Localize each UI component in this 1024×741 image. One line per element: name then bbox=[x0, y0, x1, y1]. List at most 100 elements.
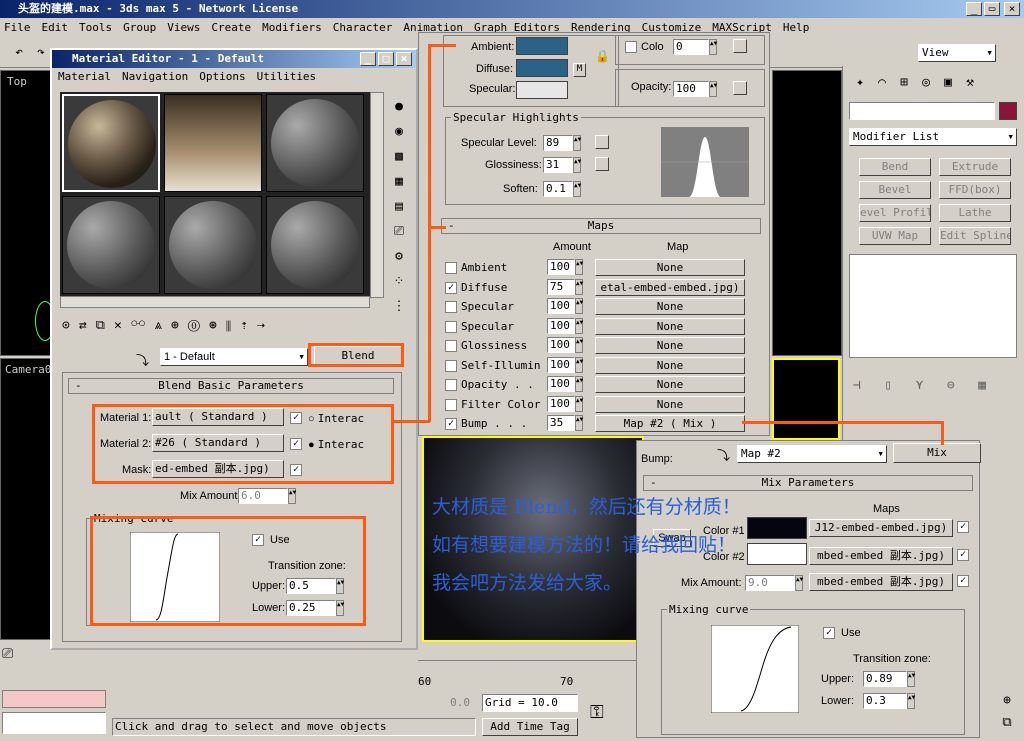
map-amount-spinner[interactable]: ▲▼ bbox=[575, 395, 583, 412]
specular-level-map-button[interactable] bbox=[595, 135, 609, 149]
mix-amount-map-checkbox[interactable]: ✓ bbox=[957, 575, 969, 587]
modifier-button[interactable]: Edit Spline bbox=[939, 227, 1011, 245]
go-forward-icon[interactable]: ⇢ bbox=[257, 318, 274, 333]
camera-viewport[interactable]: Camera01 bbox=[0, 358, 58, 640]
glossiness-value[interactable]: 31 bbox=[543, 157, 573, 173]
map-amount-value[interactable]: 75 bbox=[547, 278, 575, 295]
zoom-icon[interactable]: ⊕ bbox=[992, 690, 1022, 712]
pick-material-icon[interactable]: ⤵ bbox=[136, 350, 149, 369]
add-time-tag-button[interactable]: Add Time Tag bbox=[482, 718, 578, 736]
map-enable-checkbox[interactable] bbox=[445, 301, 457, 313]
mat-editor-close-button[interactable]: × bbox=[396, 52, 412, 66]
specular-level-spinner[interactable]: ▲▼ bbox=[573, 135, 581, 151]
color-spinner[interactable]: ▲▼ bbox=[709, 39, 717, 55]
redo-icon[interactable]: ↷ bbox=[30, 42, 52, 64]
map-enable-checkbox[interactable] bbox=[445, 320, 457, 333]
backlight-icon[interactable]: ◉ bbox=[388, 119, 410, 144]
mix-upper-value[interactable]: 0.89 bbox=[863, 671, 907, 687]
color-value[interactable]: 0 bbox=[673, 39, 709, 55]
show-map-icon[interactable]: ⊛ bbox=[209, 318, 226, 333]
opacity-map-button[interactable] bbox=[733, 81, 747, 95]
sample-slot-6[interactable] bbox=[266, 196, 364, 294]
select-icon[interactable]: ⎚ bbox=[2, 644, 50, 664]
map-amount-spinner[interactable]: ▲▼ bbox=[575, 278, 583, 295]
modifier-button[interactable]: evel Profil bbox=[859, 204, 931, 222]
maps-rollout-header[interactable]: - Maps bbox=[441, 218, 761, 234]
color1-map-checkbox[interactable]: ✓ bbox=[957, 521, 969, 533]
map-enable-checkbox[interactable]: ✓ bbox=[445, 418, 457, 430]
modifier-button[interactable]: UVW Map bbox=[859, 227, 931, 245]
material-navigator-icon[interactable]: ⋮ bbox=[388, 294, 410, 319]
specular-swatch[interactable] bbox=[516, 81, 568, 99]
map-enable-checkbox[interactable]: ✓ bbox=[445, 281, 457, 294]
mix-amount-spinner[interactable]: ▲▼ bbox=[288, 488, 296, 504]
mat-menu-options[interactable]: Options bbox=[199, 70, 245, 83]
map-amount-spinner[interactable]: ▲▼ bbox=[575, 415, 583, 431]
map-slot-button[interactable]: Map #2 ( Mix ) bbox=[595, 415, 745, 432]
hierarchy-tab-icon[interactable]: ⊞ bbox=[893, 72, 915, 94]
uv-tiling-icon[interactable]: ▦ bbox=[388, 169, 410, 194]
color2-map-checkbox[interactable]: ✓ bbox=[957, 549, 969, 561]
map-amount-value[interactable]: 100 bbox=[547, 376, 575, 392]
background-icon[interactable]: ▩ bbox=[388, 144, 410, 169]
lock-icon[interactable]: 🔒 bbox=[595, 49, 610, 63]
minimize-button[interactable]: _ bbox=[966, 2, 982, 16]
sample-hscrollbar[interactable] bbox=[60, 296, 370, 308]
map-amount-value[interactable]: 35 bbox=[547, 415, 575, 431]
color1-swatch[interactable] bbox=[747, 517, 807, 539]
glossiness-spinner[interactable]: ▲▼ bbox=[573, 157, 581, 173]
object-color-swatch[interactable] bbox=[999, 102, 1017, 120]
mix-map-amount-value[interactable]: 9.0 bbox=[745, 575, 795, 591]
opacity-value[interactable]: 100 bbox=[673, 81, 709, 97]
color2-swatch[interactable] bbox=[747, 543, 807, 565]
assign-material-icon[interactable]: ⧉ bbox=[96, 318, 114, 333]
sample-scrollbar[interactable] bbox=[370, 92, 384, 298]
put-material-icon[interactable]: ⇄ bbox=[79, 318, 96, 333]
modifier-button[interactable]: Extrude bbox=[939, 158, 1011, 176]
make-preview-icon[interactable]: ⎚ bbox=[388, 219, 410, 244]
map-enable-checkbox[interactable] bbox=[445, 359, 457, 372]
color1-map-button[interactable]: J12-embed-embed.jpg) bbox=[809, 519, 953, 537]
timeline[interactable]: 60 70 bbox=[418, 660, 636, 688]
map-amount-spinner[interactable]: ▲▼ bbox=[575, 317, 583, 334]
mat-editor-minimize-button[interactable]: _ bbox=[360, 52, 376, 66]
effects-channel-icon[interactable]: ⓪ bbox=[188, 318, 209, 333]
modifier-button[interactable]: Bevel bbox=[859, 181, 931, 199]
map-slot-button[interactable]: None bbox=[595, 298, 745, 315]
mix-amount-value[interactable]: 6.0 bbox=[238, 488, 288, 504]
material-name-dropdown[interactable]: 1 - Default ▾ bbox=[160, 348, 308, 366]
map-slot-button[interactable]: etal-embed-embed.jpg) bbox=[595, 278, 745, 296]
menu-views[interactable]: Views bbox=[167, 21, 200, 34]
color-checkbox[interactable] bbox=[625, 41, 637, 53]
map-amount-spinner[interactable]: ▲▼ bbox=[575, 376, 583, 392]
sample-slot-2[interactable] bbox=[164, 94, 262, 192]
map-amount-value[interactable]: 100 bbox=[547, 356, 575, 373]
specular-level-value[interactable]: 89 bbox=[543, 135, 573, 151]
perspective-viewport[interactable] bbox=[772, 358, 840, 440]
view-dropdown[interactable]: View ▾ bbox=[918, 44, 996, 62]
map-name-dropdown[interactable]: Map #2 ▾ bbox=[737, 445, 887, 463]
menu-help[interactable]: Help bbox=[783, 21, 810, 34]
map-amount-spinner[interactable]: ▲▼ bbox=[575, 337, 583, 353]
make-unique-icon[interactable]: ⩓ bbox=[155, 318, 171, 333]
mix-lower-value[interactable]: 0.3 bbox=[863, 693, 907, 709]
map-amount-value[interactable]: 100 bbox=[547, 337, 575, 353]
map-amount-value[interactable]: 100 bbox=[547, 395, 575, 412]
pick-map-icon[interactable]: ⤵ bbox=[717, 445, 730, 464]
modifier-list-dropdown[interactable]: Modifier List ▾ bbox=[849, 128, 1017, 146]
mix-use-curve-checkbox[interactable]: ✓ bbox=[823, 627, 835, 639]
mat-menu-navigation[interactable]: Navigation bbox=[122, 70, 188, 83]
copy-material-icon[interactable]: ⚯ bbox=[131, 318, 155, 333]
soften-value[interactable]: 0.1 bbox=[543, 181, 573, 197]
pan-icon[interactable]: ⧉ bbox=[992, 712, 1022, 734]
self-illum-map-button[interactable] bbox=[733, 39, 747, 53]
modify-tab-icon[interactable]: ⌒ bbox=[871, 72, 893, 94]
menu-character[interactable]: Character bbox=[333, 21, 393, 34]
blend-rollout-header[interactable]: - Blend Basic Parameters bbox=[68, 378, 394, 394]
options-icon[interactable]: ⚙ bbox=[388, 244, 410, 269]
maxscript-listener[interactable] bbox=[2, 712, 106, 734]
sample-slot-1[interactable] bbox=[62, 94, 160, 192]
go-to-parent-icon[interactable]: ⇡ bbox=[240, 318, 257, 333]
modifier-stack[interactable] bbox=[849, 254, 1017, 358]
sample-type-icon[interactable]: ● bbox=[388, 94, 410, 119]
